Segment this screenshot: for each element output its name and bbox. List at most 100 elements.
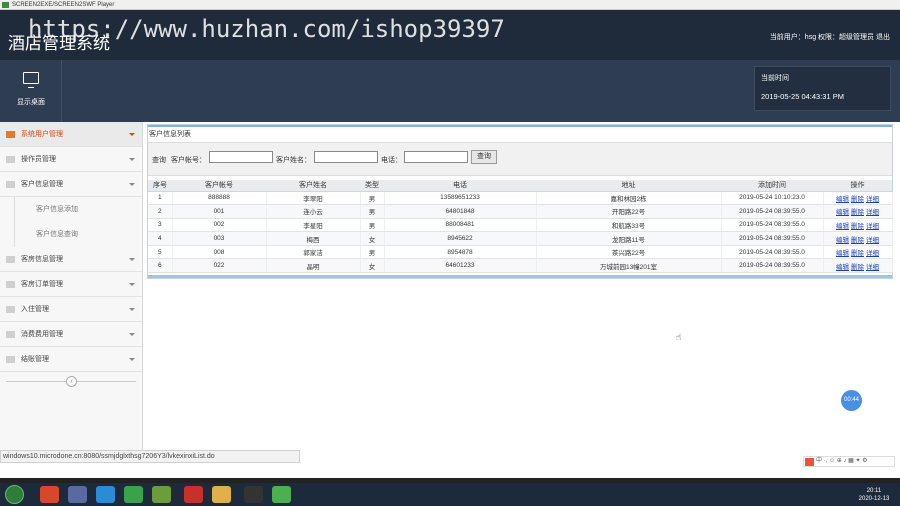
collapse-sidebar-button[interactable]: ‹: [66, 376, 77, 387]
table-cell: 2: [148, 204, 173, 219]
column-header: 客户帐号: [172, 180, 266, 192]
player-icon[interactable]: [272, 486, 291, 503]
table-cell: 8945622: [384, 231, 537, 246]
table-cell: 2019-05-24 08:39:55.0: [721, 258, 824, 274]
table-cell: 6: [148, 258, 173, 274]
app-icon[interactable]: [152, 486, 171, 503]
ime-toolbar[interactable]: 中 ·, ☺ ⊕ ♪ ▦ ✦ ⚙: [803, 456, 895, 467]
table-cell: 2019-05-24 08:39:55.0: [721, 204, 824, 219]
sidebar-item-room-orders[interactable]: 客房订单管理: [0, 272, 142, 297]
start-button[interactable]: [5, 485, 24, 504]
clock-time: 20:11: [866, 488, 882, 494]
sidebar-item-checkout[interactable]: 结账管理: [0, 347, 142, 372]
row-actions: 编辑 删除 详细: [823, 218, 893, 233]
delete-link[interactable]: 删除: [851, 209, 864, 216]
edit-link[interactable]: 编辑: [836, 196, 849, 203]
delete-link[interactable]: 删除: [851, 196, 864, 203]
phone-input[interactable]: [404, 151, 468, 163]
sidebar-item-label: 系统用户管理: [21, 131, 63, 138]
chrome-icon[interactable]: [40, 486, 59, 503]
sidebar-item-system-users[interactable]: 系统用户管理: [0, 122, 142, 147]
account-input[interactable]: [209, 151, 273, 163]
delete-link[interactable]: 删除: [851, 250, 864, 257]
table-header-row: 序号 客户帐号 客户姓名 类型 电话 地址 添加时间 操作: [148, 180, 892, 192]
search-bar: 查询 客户帐号： 客户姓名： 电话： 查询: [148, 142, 892, 176]
row-actions: 编辑 删除 详细: [823, 191, 893, 206]
column-header: 操作: [823, 180, 892, 192]
sidebar-item-label: 客房信息管理: [21, 256, 63, 263]
table-row: 6 022 晶明女 64601233 万城前园13幢201室 2019-05-24 08:…: [148, 258, 893, 274]
column-header: 添加时间: [721, 180, 823, 192]
detail-link[interactable]: 详细: [866, 223, 879, 230]
delete-link[interactable]: 删除: [851, 223, 864, 230]
table-cell: 1: [148, 191, 173, 206]
folder-icon[interactable]: [212, 486, 231, 503]
edit-link[interactable]: 编辑: [836, 250, 849, 257]
sidebar-subitem-customer-add[interactable]: 客户信息添加: [14, 197, 142, 222]
flash-icon[interactable]: [184, 486, 203, 503]
recording-timer-badge[interactable]: 00:44: [841, 390, 862, 411]
table-cell: 002: [172, 218, 267, 233]
search-button[interactable]: 查询: [471, 150, 497, 164]
clock-date: 2020-12-13: [858, 496, 890, 502]
table-cell: 和航路33号: [536, 218, 722, 233]
panel-title: 客户信息列表: [149, 131, 191, 138]
app-icon[interactable]: [124, 486, 143, 503]
table-cell: 李星阳: [266, 218, 361, 233]
taskbar-clock[interactable]: 20:11 2020-12-13: [854, 487, 894, 503]
table-row: 4 003 梅西女 8945622 龙阳路11号 2019-05-24 08:39:55.…: [148, 231, 893, 246]
detail-link[interactable]: 详细: [866, 250, 879, 257]
show-desktop-button[interactable]: 显示桌面: [0, 60, 62, 122]
table-cell: 022: [172, 258, 267, 274]
app-icon[interactable]: [68, 486, 87, 503]
edit-link[interactable]: 编辑: [836, 223, 849, 230]
user-info-bar[interactable]: 当前用户：hsg 权限：超级管理员 退出: [770, 32, 890, 42]
table-cell: 13589651233: [384, 191, 537, 206]
detail-link[interactable]: 详细: [866, 209, 879, 216]
table-cell: 64801848: [384, 204, 537, 219]
detail-link[interactable]: 详细: [866, 196, 879, 203]
row-actions: 编辑 删除 详细: [823, 258, 893, 274]
chevron-down-icon: [129, 333, 135, 336]
browser-icon[interactable]: [96, 486, 115, 503]
table-cell: 李翠阳: [266, 191, 361, 206]
row-actions: 编辑 删除 详细: [823, 245, 893, 260]
table-cell: 万城前园13幢201室: [536, 258, 722, 274]
column-header: 地址: [536, 180, 721, 192]
delete-link[interactable]: 删除: [851, 264, 864, 271]
status-bar-url: windows10.microdone.cn:8080/ssmjdglxthsg…: [0, 450, 300, 463]
name-input[interactable]: [314, 151, 378, 163]
table-cell: 2019-05-24 10:10:23.0: [721, 191, 824, 206]
edit-link[interactable]: 编辑: [836, 209, 849, 216]
sidebar-item-operators[interactable]: 操作员管理: [0, 147, 142, 172]
table-cell: 88008481: [384, 218, 537, 233]
column-header: 客户姓名: [266, 180, 360, 192]
mouse-cursor-icon: ☝: [676, 332, 682, 342]
table-cell: 64601233: [384, 258, 537, 274]
sidebar-item-rooms[interactable]: 客房信息管理: [0, 247, 142, 272]
sidebar-subitem-customer-query[interactable]: 客户信息查询: [14, 222, 142, 247]
list-icon: [6, 156, 15, 163]
detail-link[interactable]: 详细: [866, 237, 879, 244]
table-cell: 嘉和林园2栋: [536, 191, 722, 206]
sidebar-item-checkin[interactable]: 入住管理: [0, 297, 142, 322]
sidebar-item-label: 消费费用管理: [21, 331, 63, 338]
table-row: 2 001 连小云男 64801848 开阳路22号 2019-05-24 08:39:5…: [148, 204, 893, 219]
table-cell: 001: [172, 204, 267, 219]
edit-link[interactable]: 编辑: [836, 264, 849, 271]
sidebar-item-customers[interactable]: 客户信息管理: [0, 172, 142, 197]
column-header: 类型: [360, 180, 384, 192]
delete-link[interactable]: 删除: [851, 237, 864, 244]
table-cell: 003: [172, 231, 267, 246]
sidebar: 系统用户管理 操作员管理 客户信息管理 客户信息添加 客户信息查询 客房信息管理…: [0, 122, 143, 450]
pencil-icon: [6, 331, 15, 338]
sidebar-collapse-control: ‹: [6, 376, 136, 387]
sidebar-item-expenses[interactable]: 消费费用管理: [0, 322, 142, 347]
table-cell: 男: [360, 218, 385, 233]
edit-link[interactable]: 编辑: [836, 237, 849, 244]
table-cell: 连小云: [266, 204, 361, 219]
table-cell: 开阳路22号: [536, 204, 722, 219]
detail-link[interactable]: 详细: [866, 264, 879, 271]
table-row: 1 888888 李翠阳男 13589651233 嘉和林园2栋 2019-05-24 1…: [148, 191, 893, 206]
qq-icon[interactable]: [244, 486, 263, 503]
